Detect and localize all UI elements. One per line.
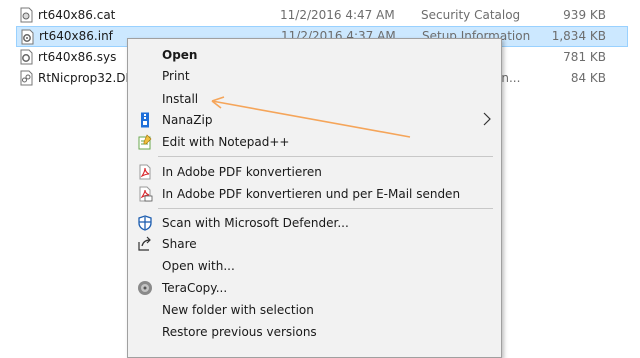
menu-item-nanazip[interactable]: NanaZip <box>128 109 501 131</box>
menu-item-label: Open <box>162 48 198 62</box>
menu-item-label: NanaZip <box>162 113 213 127</box>
share-icon <box>138 236 151 251</box>
menu-item-pdf-convert[interactable]: In Adobe PDF konvertieren <box>128 161 501 183</box>
teracopy-icon <box>138 281 152 295</box>
file-size: 84 KB <box>570 71 606 85</box>
system-file-icon <box>20 49 33 65</box>
menu-item-share[interactable]: Share <box>128 233 501 255</box>
menu-item-label: Restore previous versions <box>162 325 317 339</box>
context-menu: Open Print Install NanaZip Edit with Not… <box>127 38 502 358</box>
menu-item-label: Open with... <box>162 259 235 273</box>
file-size: 781 KB <box>563 50 606 64</box>
menu-item-open[interactable]: Open <box>128 44 501 66</box>
defender-shield-icon <box>138 215 152 231</box>
menu-item-edit-notepadpp[interactable]: Edit with Notepad++ <box>128 131 501 153</box>
menu-item-label: In Adobe PDF konvertieren und per E-Mail… <box>162 187 461 201</box>
notepadpp-icon <box>138 134 152 150</box>
adobe-pdf-email-icon <box>139 186 153 202</box>
menu-item-label: Print <box>162 69 190 83</box>
file-row-rt640x86-cat[interactable]: rt640x86.cat 11/2/2016 4:47 AM Security … <box>16 5 628 26</box>
chevron-right-icon <box>483 112 491 126</box>
menu-item-new-folder-selection[interactable]: New folder with selection <box>128 299 501 321</box>
menu-item-restore-versions[interactable]: Restore previous versions <box>128 321 501 343</box>
menu-separator <box>158 208 493 209</box>
file-size: 939 KB <box>563 8 606 22</box>
menu-item-label: New folder with selection <box>162 303 314 317</box>
menu-item-label: Edit with Notepad++ <box>162 135 290 149</box>
dll-file-icon <box>20 70 33 86</box>
catalog-file-icon <box>20 7 33 23</box>
file-size: 1,834 KB <box>551 29 606 43</box>
menu-item-label: Install <box>162 92 199 106</box>
menu-item-pdf-email[interactable]: In Adobe PDF konvertieren und per E-Mail… <box>128 183 501 205</box>
menu-item-label: TeraCopy... <box>162 281 228 295</box>
file-name: rt640x86.sys <box>38 50 117 64</box>
file-name: rt640x86.inf <box>39 29 113 43</box>
file-name: RtNicprop32.DLL <box>38 71 139 85</box>
menu-item-label: Share <box>162 237 197 251</box>
menu-item-print[interactable]: Print <box>128 65 501 87</box>
menu-item-label: In Adobe PDF konvertieren <box>162 165 322 179</box>
menu-item-teracopy[interactable]: TeraCopy... <box>128 277 501 299</box>
menu-item-install[interactable]: Install <box>128 88 501 110</box>
file-name: rt640x86.cat <box>38 8 116 22</box>
adobe-pdf-icon <box>139 164 151 180</box>
file-date: 11/2/2016 4:47 AM <box>280 8 395 22</box>
menu-item-open-with[interactable]: Open with... <box>128 255 501 277</box>
menu-separator <box>158 156 493 157</box>
menu-item-label: Scan with Microsoft Defender... <box>162 216 349 230</box>
menu-item-defender-scan[interactable]: Scan with Microsoft Defender... <box>128 212 501 234</box>
setup-info-file-icon <box>21 29 34 45</box>
file-type: Security Catalog <box>421 8 521 22</box>
nanazip-icon <box>141 112 149 128</box>
